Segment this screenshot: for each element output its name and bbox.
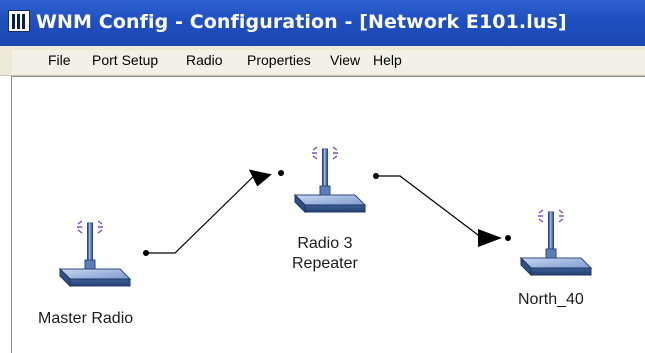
master-radio-label: Master Radio [38, 310, 134, 327]
link-repeater-to-north40[interactable] [373, 173, 511, 247]
master-radio-device[interactable] [59, 220, 131, 287]
radio-3-repeater-label: Radio 3 Repeater [292, 235, 358, 272]
radio-3-repeater-device[interactable] [294, 146, 366, 213]
north-40-label: North_40 [518, 291, 584, 308]
north-40-device[interactable] [520, 209, 592, 276]
link-master-to-repeater[interactable] [143, 166, 284, 256]
